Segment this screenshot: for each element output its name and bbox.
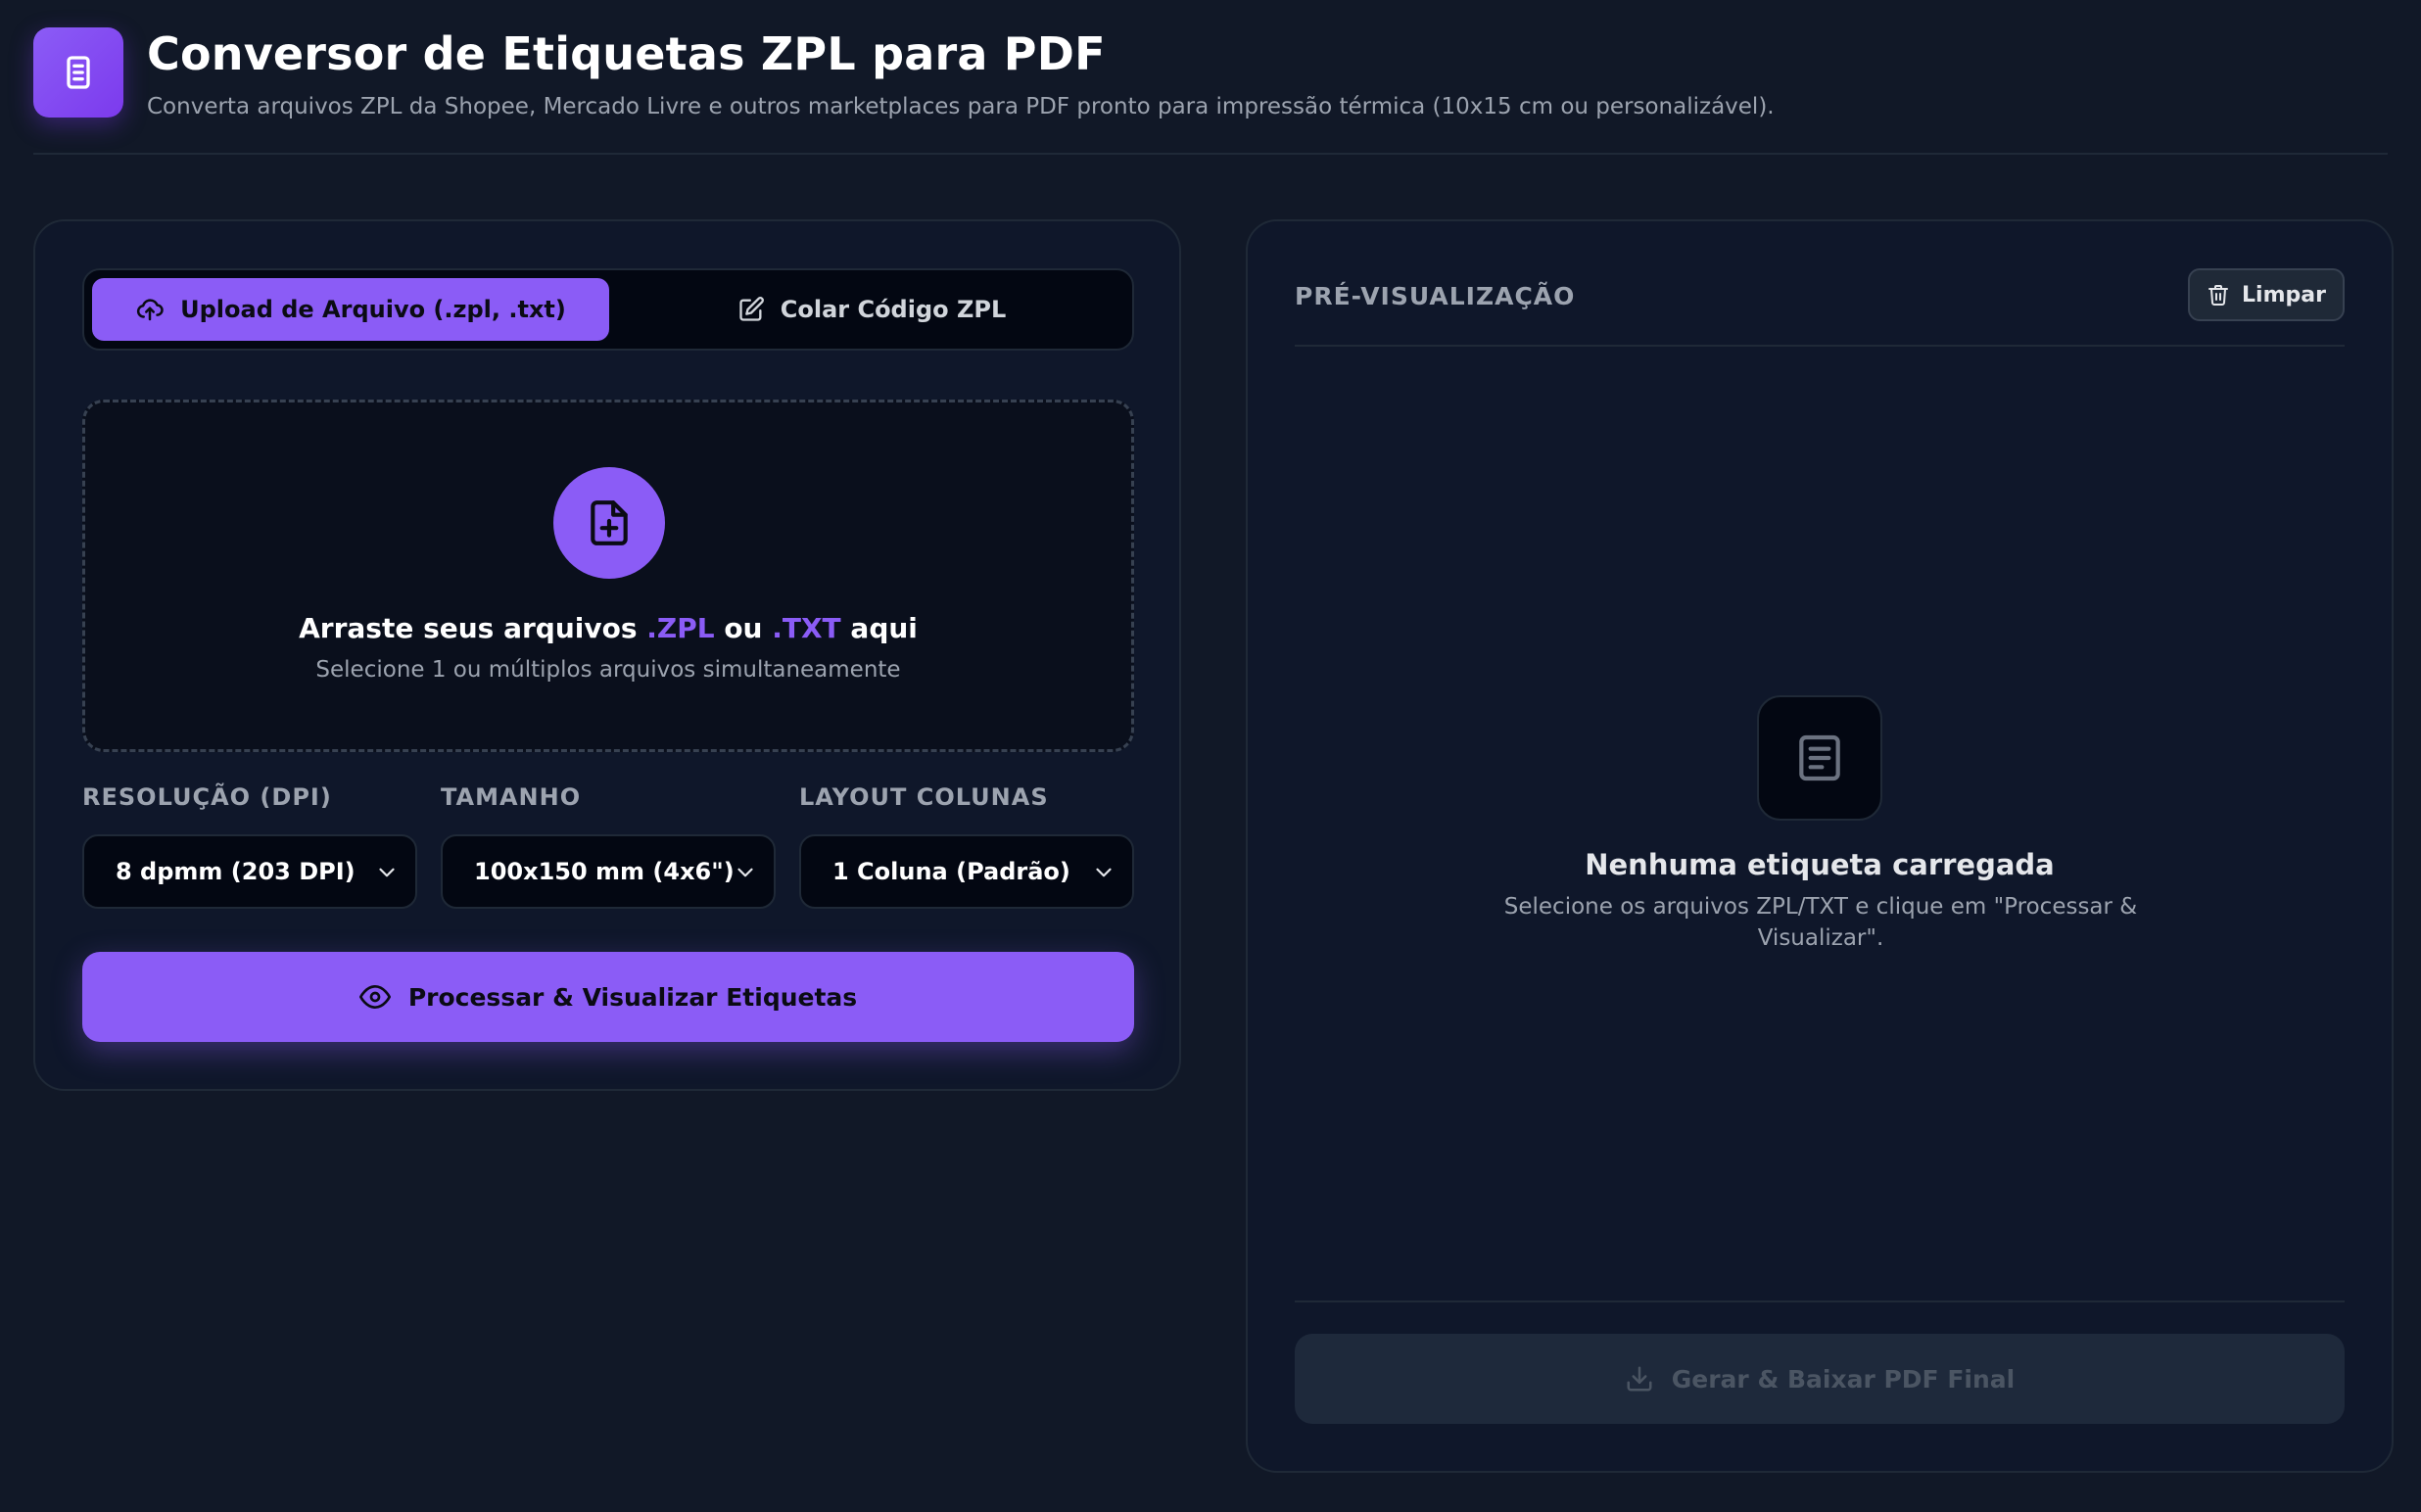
dropzone-title-prefix: Arraste seus arquivos <box>299 612 638 644</box>
tab-upload-label: Upload de Arquivo (.zpl, .txt) <box>180 296 566 323</box>
app-logo <box>33 27 123 118</box>
chevron-down-icon <box>379 868 395 877</box>
generate-button-label: Gerar & Baixar PDF Final <box>1671 1364 2016 1394</box>
preview-header: PRÉ-VISUALIZAÇÃO Limpar <box>1295 268 2345 347</box>
download-icon <box>1627 1366 1652 1392</box>
file-plus-icon <box>591 500 628 545</box>
setting-layout: LAYOUT COLUNAS 1 Coluna (Padrão) <box>799 783 1134 909</box>
preview-divider <box>1295 1300 2345 1302</box>
dropzone-title: Arraste seus arquivos .ZPL ou .TXT aqui <box>85 612 1131 644</box>
eye-icon <box>358 985 391 1009</box>
resolution-value: 8 dpmm (203 DPI) <box>116 858 356 885</box>
resolution-select[interactable]: 8 dpmm (203 DPI) <box>82 834 417 909</box>
edit-icon <box>739 297 764 321</box>
settings-row: RESOLUÇÃO (DPI) 8 dpmm (203 DPI) TAMANHO… <box>82 783 1134 911</box>
chevron-down-icon <box>737 868 753 877</box>
tab-upload-file[interactable]: Upload de Arquivo (.zpl, .txt) <box>92 278 609 341</box>
dropzone-title-mid: ou <box>724 612 763 644</box>
setting-size: TAMANHO 100x150 mm (4x6") <box>441 783 776 909</box>
empty-state-icon-box <box>1757 695 1882 821</box>
document-icon <box>1799 734 1840 781</box>
page-header: Conversor de Etiquetas ZPL para PDF Conv… <box>33 27 2388 155</box>
size-select[interactable]: 100x150 mm (4x6") <box>441 834 776 909</box>
dropzone-ext-zpl: .ZPL <box>646 612 715 644</box>
process-preview-button[interactable]: Processar & Visualizar Etiquetas <box>82 952 1134 1042</box>
layout-value: 1 Coluna (Padrão) <box>832 858 1070 885</box>
preview-title: PRÉ-VISUALIZAÇÃO <box>1295 282 1576 310</box>
dropzone-title-suffix: aqui <box>850 612 918 644</box>
empty-state-text: Selecione os arquivos ZPL/TXT e clique e… <box>1503 894 2138 951</box>
size-label: TAMANHO <box>441 783 582 811</box>
cloud-upload-icon <box>137 299 164 321</box>
trash-icon <box>2208 285 2229 306</box>
generate-pdf-button[interactable]: Gerar & Baixar PDF Final <box>1295 1334 2345 1424</box>
tab-paste-label: Colar Código ZPL <box>780 296 1007 323</box>
tab-paste-code[interactable]: Colar Código ZPL <box>617 278 1126 341</box>
input-panel: Upload de Arquivo (.zpl, .txt) Colar Cód… <box>33 219 1181 1091</box>
app-root: Conversor de Etiquetas ZPL para PDF Conv… <box>0 0 2421 1512</box>
dropzone-subtitle: Selecione 1 ou múltiplos arquivos simult… <box>315 657 901 683</box>
layout-select[interactable]: 1 Coluna (Padrão) <box>799 834 1134 909</box>
file-dropzone[interactable]: Arraste seus arquivos .ZPL ou .TXT aqui … <box>82 400 1134 752</box>
dropzone-ext-txt: .TXT <box>772 612 841 644</box>
page-title: Conversor de Etiquetas ZPL para PDF <box>147 27 1106 80</box>
layout-label: LAYOUT COLUNAS <box>799 783 1049 811</box>
clear-button-label: Limpar <box>2242 282 2326 307</box>
resolution-label: RESOLUÇÃO (DPI) <box>82 783 332 811</box>
page-subtitle: Converta arquivos ZPL da Shopee, Mercado… <box>147 94 1775 119</box>
clear-button[interactable]: Limpar <box>2188 268 2345 321</box>
process-button-label: Processar & Visualizar Etiquetas <box>407 982 858 1012</box>
document-icon <box>67 56 90 89</box>
preview-panel: PRÉ-VISUALIZAÇÃO Limpar Nenhuma etiqueta… <box>1246 219 2394 1473</box>
input-mode-tabs: Upload de Arquivo (.zpl, .txt) Colar Cód… <box>82 268 1134 351</box>
dropzone-icon-circle <box>553 467 665 579</box>
chevron-down-icon <box>1096 868 1112 877</box>
empty-state-title: Nenhuma etiqueta carregada <box>1585 848 2055 881</box>
size-value: 100x150 mm (4x6") <box>474 858 735 885</box>
setting-resolution: RESOLUÇÃO (DPI) 8 dpmm (203 DPI) <box>82 783 417 909</box>
